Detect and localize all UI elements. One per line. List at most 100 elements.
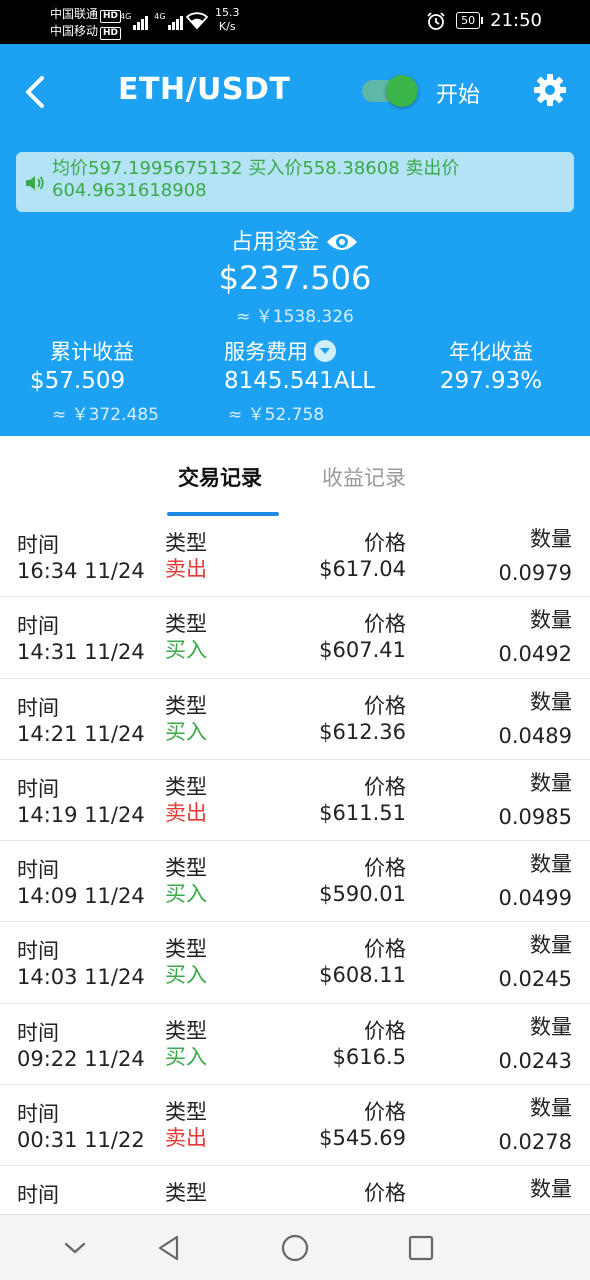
carrier-1: 中国联通	[50, 7, 99, 21]
qty-label: 数量	[530, 1096, 572, 1121]
nav-hide-button[interactable]	[60, 1233, 90, 1263]
price-cell: 价格 $590.01	[319, 855, 406, 907]
nav-home-button[interactable]	[280, 1233, 310, 1263]
toggle-knob	[386, 75, 418, 107]
type-cell: 类型 买入	[165, 611, 207, 663]
price-label: 价格	[364, 612, 406, 637]
eye-icon[interactable]	[325, 230, 359, 260]
type-cell: 类型 买入	[165, 855, 207, 907]
back-arrow-icon	[26, 76, 44, 108]
signal-icon: 4G	[120, 12, 149, 30]
qty-value: 0.0278	[498, 1130, 572, 1155]
table-row[interactable]: 时间 00:31 11/22 类型 卖出 价格 $545.69 数量 0.0278	[0, 1085, 590, 1167]
time-label: 时间	[17, 1102, 59, 1127]
table-row[interactable]: 时间 14:31 11/24 类型 买入 价格 $607.41 数量 0.0492	[0, 597, 590, 679]
table-row[interactable]: 时间 09:22 11/24 类型 买入 价格 $616.5 数量 0.0243	[0, 1004, 590, 1086]
table-row[interactable]: 时间 14:03 11/24 类型 买入 价格 $608.11 数量 0.0245	[0, 922, 590, 1004]
qty-label: 数量	[530, 689, 572, 714]
carrier-info: 中国联通 HD 中国移动 HD	[50, 6, 122, 40]
table-row[interactable]: 时间 14:21 11/24 类型 买入 价格 $612.36 数量 0.0489	[0, 679, 590, 760]
type-label: 类型	[165, 1018, 207, 1043]
table-row[interactable]: 时间 14:09 11/24 类型 买入 价格 $590.01 数量 0.0499	[0, 841, 590, 923]
type-cell: 类型 卖出	[165, 530, 207, 582]
system-nav-bar	[0, 1214, 590, 1280]
qty-label: 数量	[530, 1014, 572, 1039]
notice-text: 均价597.1995675132 买入价558.38608 卖出价604.963…	[52, 158, 460, 201]
table-row[interactable]: 时间 类型 价格 数量	[0, 1166, 590, 1216]
price-cell: 价格 $611.51	[319, 774, 406, 826]
type-label: 类型	[165, 693, 207, 718]
time-cell: 时间 16:34 11/24	[17, 532, 145, 584]
price-label: 价格	[364, 531, 406, 555]
time-value: 14:21 11/24	[17, 721, 145, 746]
qty-label: 数量	[530, 852, 572, 877]
time-value: 14:31 11/24	[17, 640, 145, 665]
type-cell: 类型 卖出	[165, 774, 207, 826]
toggle-label: 开始	[436, 83, 481, 108]
type-value: 卖出	[165, 800, 207, 825]
type-value: 买入	[165, 882, 207, 907]
trade-record-list[interactable]: 时间 16:34 11/24 类型 卖出 价格 $617.04 数量 0.0979 时间…	[0, 516, 590, 1216]
price-label: 价格	[364, 1018, 406, 1043]
table-row[interactable]: 时间 14:19 11/24 类型 卖出 价格 $611.51 数量 0.0985	[0, 760, 590, 842]
stat-value: 297.93%	[439, 368, 543, 394]
qty-cell: 数量 0.0278	[499, 1095, 572, 1155]
time-value: 09:22 11/24	[17, 1046, 145, 1071]
time-label: 时间	[17, 939, 59, 964]
type-label: 类型	[165, 612, 207, 637]
type-value: 卖出	[165, 1126, 207, 1151]
network-speed: 15.3 K/s	[215, 6, 240, 34]
type-label: 类型	[165, 1181, 207, 1206]
qty-label: 数量	[530, 1177, 572, 1202]
type-label: 类型	[165, 1100, 207, 1125]
stat-value: 8145.541ALL	[224, 368, 376, 394]
back-button[interactable]	[18, 72, 54, 112]
stat-sub-value: ≈ ￥52.758	[228, 405, 325, 425]
qty-value: 0.0979	[498, 561, 572, 585]
stat-sub-value: ≈ ￥372.485	[52, 405, 159, 425]
qty-cell: 数量	[530, 1176, 572, 1210]
chevron-down-icon[interactable]	[314, 340, 336, 362]
type-value: 买入	[165, 719, 207, 744]
price-label: 价格	[364, 856, 406, 881]
table-row[interactable]: 时间 16:34 11/24 类型 卖出 价格 $617.04 数量 0.0979	[0, 516, 590, 598]
settings-button[interactable]	[532, 72, 568, 108]
wifi-icon	[185, 12, 209, 34]
header-panel: ETH/USDT 开始 均价597.1995675132 买入价558.3860…	[0, 44, 590, 436]
price-label: 价格	[364, 1100, 406, 1125]
tab-profit-records[interactable]: 收益记录	[322, 462, 406, 492]
start-toggle[interactable]	[362, 75, 420, 107]
time-cell: 时间 14:19 11/24	[17, 776, 145, 828]
stat-total-profit: 累计收益 $57.509 ≈ ￥372.485	[30, 336, 162, 425]
price-label: 价格	[364, 1181, 406, 1206]
capital-cny-value: ≈ ￥1538.326	[236, 307, 354, 327]
price-label: 价格	[364, 774, 406, 799]
square-recent-icon	[408, 1235, 434, 1261]
price-cell: 价格	[364, 1180, 406, 1206]
qty-label: 数量	[530, 770, 572, 795]
clock: 21:50	[490, 10, 542, 31]
nav-recent-button[interactable]	[406, 1233, 436, 1263]
time-cell: 时间	[17, 1182, 59, 1208]
price-cell: 价格 $545.69	[319, 1099, 406, 1151]
triangle-back-icon	[158, 1235, 179, 1261]
type-cell: 类型 买入	[165, 936, 207, 988]
price-value: $617.04	[319, 557, 406, 581]
price-value: $608.11	[319, 963, 406, 988]
signal-icon: 4G	[154, 12, 183, 30]
time-cell: 时间 14:31 11/24	[17, 613, 145, 665]
qty-value: 0.0243	[498, 1048, 572, 1073]
qty-cell: 数量 0.0489	[499, 689, 572, 749]
tab-trade-records[interactable]: 交易记录	[178, 462, 262, 492]
time-value: 14:03 11/24	[17, 965, 145, 990]
price-cell: 价格 $608.11	[319, 936, 406, 988]
qty-value: 0.0489	[498, 723, 572, 748]
speed-unit: K/s	[218, 20, 236, 33]
nav-back-button[interactable]	[154, 1233, 184, 1263]
chevron-down-icon	[64, 1242, 86, 1254]
network-type: 4G	[120, 12, 132, 21]
carrier-2: 中国移动	[50, 24, 99, 38]
stat-annualized-return: 年化收益 297.93%	[436, 336, 546, 394]
qty-label: 数量	[530, 608, 572, 633]
type-value: 买入	[165, 638, 207, 663]
